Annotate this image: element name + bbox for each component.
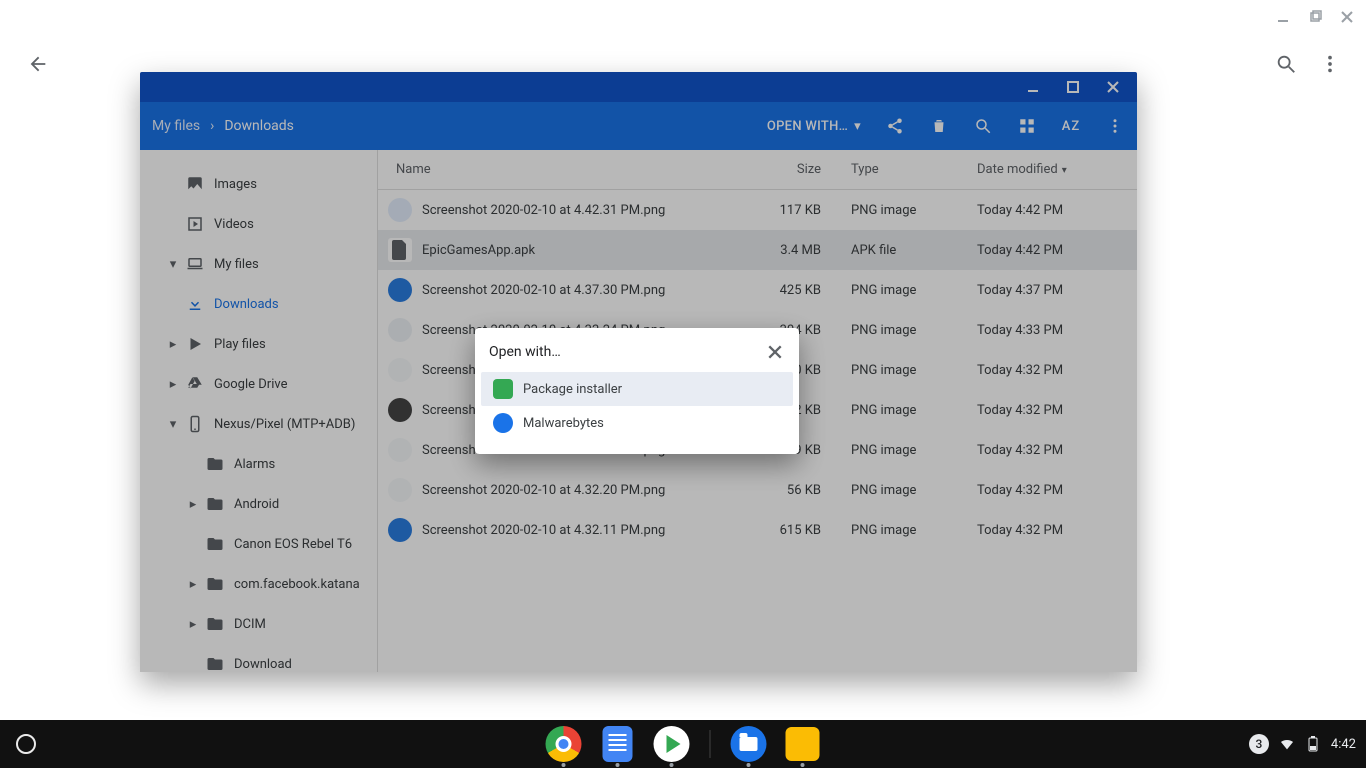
restore-icon[interactable] bbox=[1306, 8, 1324, 26]
close-icon[interactable] bbox=[1338, 8, 1356, 26]
shelf: 3 4:42 bbox=[0, 720, 1366, 768]
status-area[interactable]: 3 4:42 bbox=[1249, 734, 1356, 754]
open-with-option-package-installer[interactable]: Package installer bbox=[481, 372, 793, 406]
outer-window-controls bbox=[1274, 8, 1356, 26]
back-button[interactable] bbox=[26, 52, 50, 76]
close-icon[interactable] bbox=[765, 342, 785, 362]
notification-count-badge: 3 bbox=[1249, 734, 1269, 754]
launcher-button[interactable] bbox=[8, 726, 44, 762]
files-app-icon[interactable] bbox=[731, 726, 767, 762]
open-with-dialog: Open with… Package installer Malwarebytes bbox=[475, 328, 799, 454]
shelf-separator bbox=[710, 730, 711, 758]
docs-app-icon[interactable] bbox=[600, 726, 636, 762]
chrome-app-icon[interactable] bbox=[546, 726, 582, 762]
minimize-icon[interactable] bbox=[1274, 8, 1292, 26]
launcher-icon bbox=[16, 734, 36, 754]
battery-icon bbox=[1305, 736, 1321, 752]
search-icon[interactable] bbox=[1274, 52, 1298, 76]
more-icon[interactable] bbox=[1318, 52, 1342, 76]
app-icon bbox=[493, 379, 513, 399]
open-with-option-label: Package installer bbox=[523, 382, 622, 397]
open-with-option-label: Malwarebytes bbox=[523, 416, 604, 431]
keep-app-icon[interactable] bbox=[785, 726, 821, 762]
open-with-option-malwarebytes[interactable]: Malwarebytes bbox=[481, 406, 793, 440]
play-store-app-icon[interactable] bbox=[654, 726, 690, 762]
app-icon bbox=[493, 413, 513, 433]
clock: 4:42 bbox=[1331, 737, 1356, 752]
dialog-title: Open with… bbox=[489, 344, 765, 360]
wifi-icon bbox=[1279, 736, 1295, 752]
